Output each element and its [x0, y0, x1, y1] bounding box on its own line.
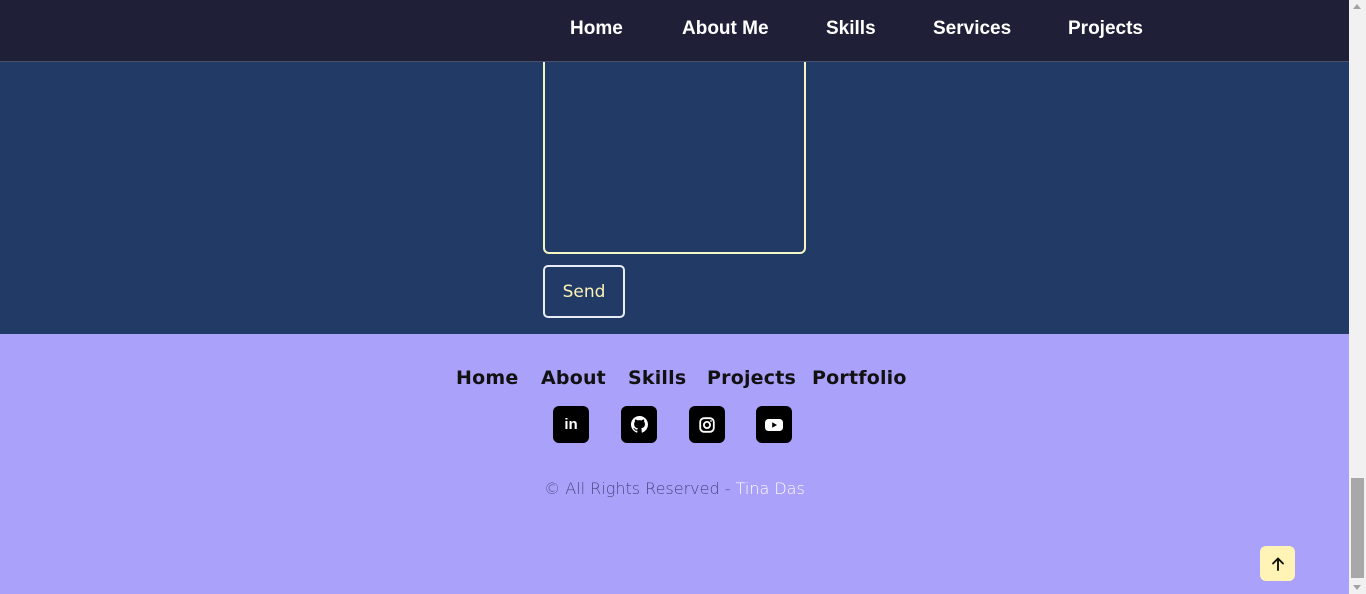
page-scrollbar[interactable] — [1349, 0, 1366, 594]
instagram-icon — [699, 416, 715, 433]
nav-home[interactable]: Home — [570, 18, 623, 40]
github-button[interactable] — [621, 406, 657, 443]
scroll-down-arrow-icon[interactable] — [1353, 585, 1361, 590]
scroll-up-arrow-icon[interactable] — [1353, 4, 1361, 9]
instagram-button[interactable] — [689, 406, 725, 443]
nav-projects[interactable]: Projects — [1068, 18, 1143, 40]
message-textarea[interactable] — [543, 52, 806, 254]
youtube-button[interactable] — [756, 406, 792, 443]
linkedin-icon: in — [564, 416, 578, 433]
github-icon — [630, 416, 648, 433]
send-button[interactable]: Send — [543, 265, 625, 318]
footer-link-home[interactable]: Home — [456, 367, 518, 389]
top-navbar: Home About Me Skills Services Projects — [0, 0, 1349, 62]
footer-link-about[interactable]: About — [541, 367, 606, 389]
footer-link-portfolio[interactable]: Portfolio — [812, 367, 907, 389]
footer-link-skills[interactable]: Skills — [628, 367, 686, 389]
author-name[interactable]: Tina Das — [736, 479, 805, 498]
nav-services[interactable]: Services — [933, 18, 1011, 40]
copyright-prefix: © All Rights Reserved - — [544, 479, 736, 498]
scrollbar-thumb[interactable] — [1351, 478, 1364, 578]
nav-skills[interactable]: Skills — [826, 18, 876, 40]
arrow-up-icon — [1271, 557, 1284, 571]
footer-link-projects[interactable]: Projects — [707, 367, 796, 389]
footer: Home About Skills Projects Portfolio in … — [0, 334, 1349, 594]
youtube-icon — [765, 418, 783, 431]
nav-about-me[interactable]: About Me — [682, 18, 769, 40]
contact-section: Send — [0, 52, 1349, 334]
copyright-text: © All Rights Reserved - Tina Das — [0, 479, 1349, 498]
scroll-to-top-button[interactable] — [1260, 546, 1295, 581]
linkedin-button[interactable]: in — [553, 406, 589, 443]
